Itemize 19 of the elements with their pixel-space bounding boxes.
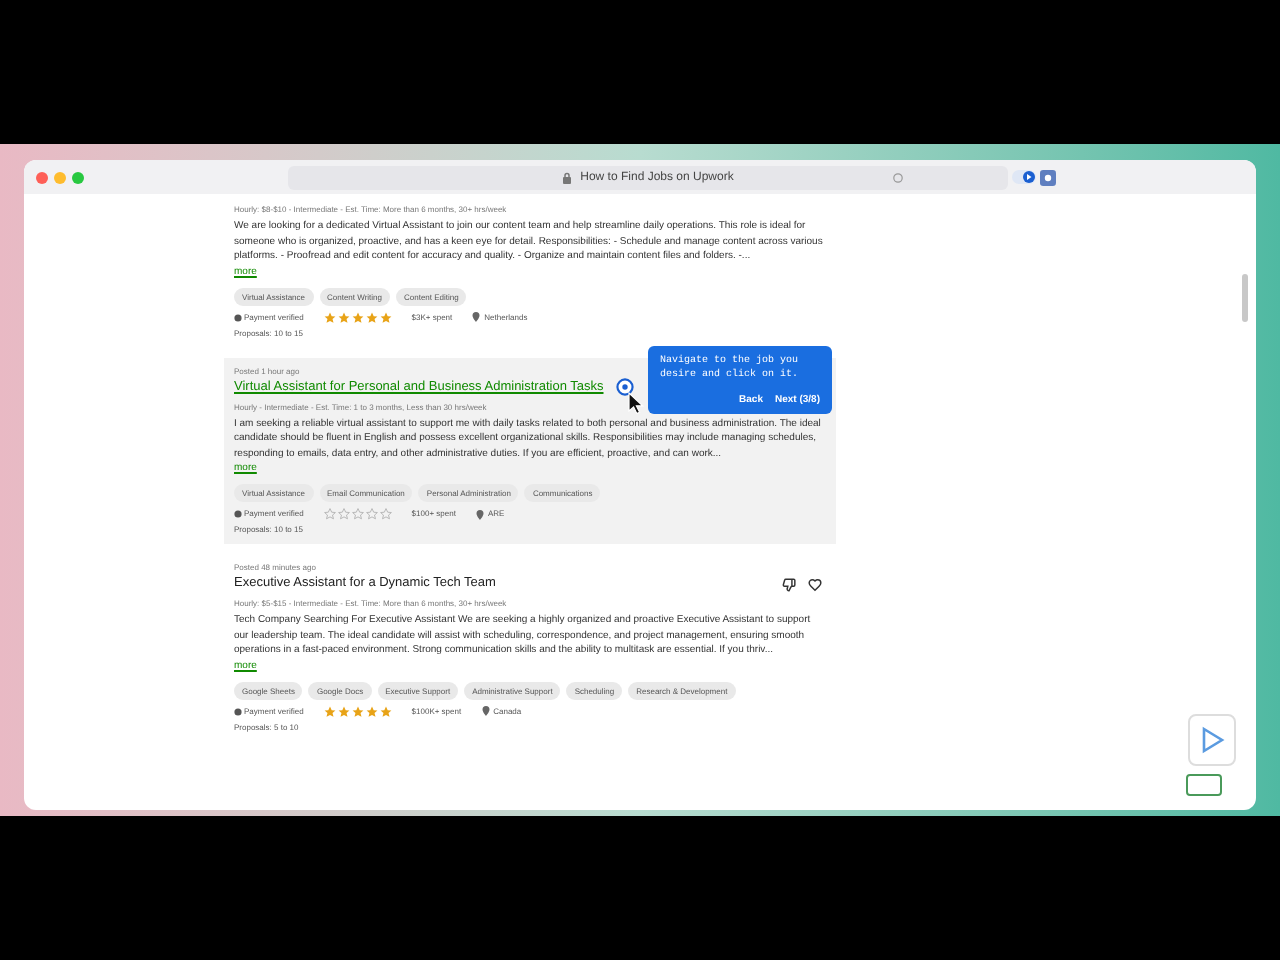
reload-icon[interactable]	[892, 171, 904, 183]
lock-icon	[562, 171, 573, 183]
floating-play-button[interactable]	[1188, 714, 1236, 766]
location-pin-icon	[472, 312, 481, 322]
verified-badge-icon	[234, 313, 242, 321]
play-icon	[1198, 726, 1226, 754]
target-icon	[616, 377, 634, 395]
cursor-icon	[628, 391, 644, 413]
extension-icon[interactable]	[1040, 169, 1056, 185]
play-toggle-icon[interactable]	[1012, 170, 1036, 184]
close-window-control[interactable]	[36, 171, 48, 183]
scroll-up-button[interactable]	[1186, 774, 1222, 796]
scrollbar-thumb[interactable]	[1242, 274, 1248, 322]
heart-icon[interactable]	[808, 578, 822, 592]
location-pin-icon	[481, 706, 490, 716]
verified-badge-icon	[234, 510, 242, 518]
thumbs-down-icon[interactable]	[782, 578, 796, 592]
location-pin-icon	[475, 509, 484, 519]
verified-badge-icon	[234, 707, 242, 715]
